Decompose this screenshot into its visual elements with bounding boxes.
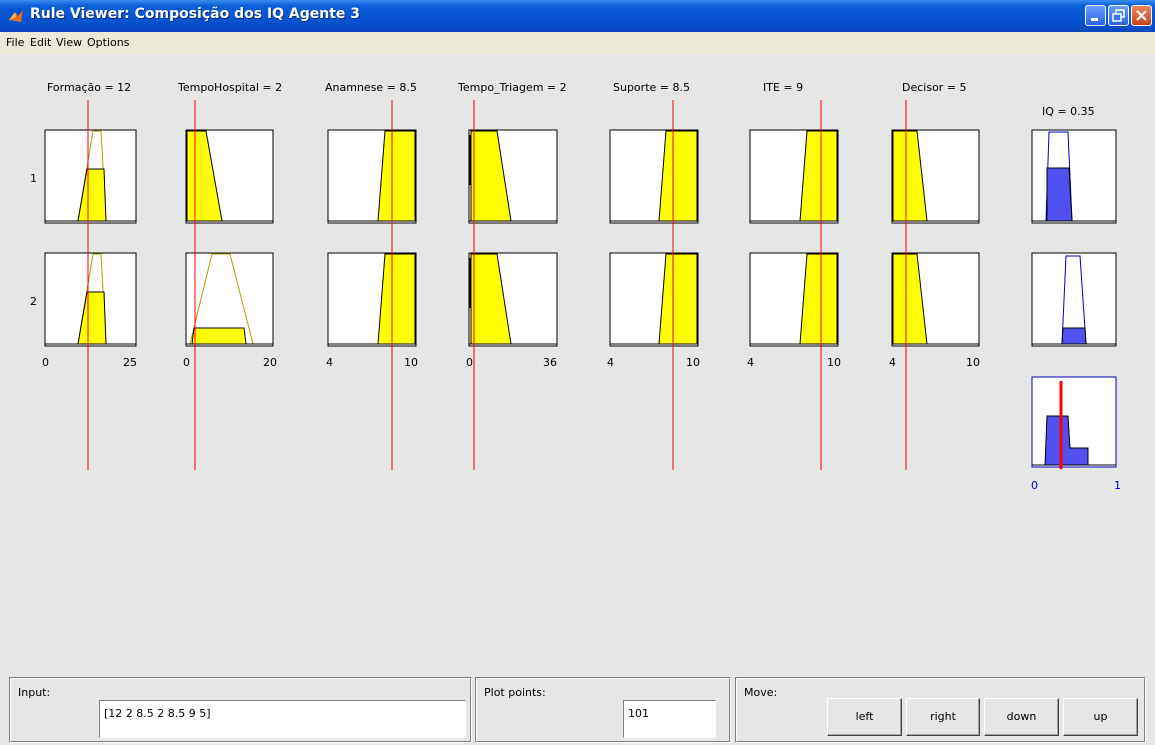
input-panel: Input: [12 2 8.5 2 8.5 9 5]	[9, 677, 472, 743]
plot-iq-aggregate	[1031, 376, 1117, 469]
plot-points-label: Plot points:	[484, 686, 546, 699]
input-field[interactable]: [12 2 8.5 2 8.5 9 5]	[99, 700, 466, 738]
plot-points-field[interactable]: 101	[623, 700, 716, 738]
plot-tempo-triagem-rule2	[468, 252, 558, 347]
move-right-button[interactable]: right	[906, 698, 980, 736]
plot-decisor-rule2	[891, 252, 980, 347]
rule-plots	[44, 100, 1117, 470]
plot-suporte-rule2	[609, 252, 699, 347]
move-left-button[interactable]: left	[827, 698, 902, 736]
plot-anamnese-rule2	[327, 252, 417, 347]
plot-tempo-triagem-rule1	[468, 129, 558, 224]
plot-formacao-rule2	[44, 252, 137, 347]
plot-suporte-rule1	[609, 129, 699, 224]
plot-ite-rule2	[749, 252, 839, 347]
plot-iq-rule1	[1031, 129, 1117, 224]
move-down-button[interactable]: down	[984, 698, 1059, 736]
plot-formacao-rule1	[44, 129, 137, 224]
plot-tempohospital-rule1	[185, 129, 274, 224]
plot-decisor-rule1	[891, 129, 980, 224]
plot-tempohospital-rule2	[185, 252, 274, 347]
plot-ite-rule1	[749, 129, 839, 224]
move-panel: Move: left right down up	[735, 677, 1146, 743]
input-label: Input:	[18, 686, 51, 699]
plot-points-panel: Plot points: 101	[475, 677, 731, 743]
plot-anamnese-rule1	[327, 129, 417, 224]
move-label: Move:	[744, 686, 778, 699]
plot-iq-rule2	[1031, 252, 1117, 347]
move-up-button[interactable]: up	[1063, 698, 1138, 736]
